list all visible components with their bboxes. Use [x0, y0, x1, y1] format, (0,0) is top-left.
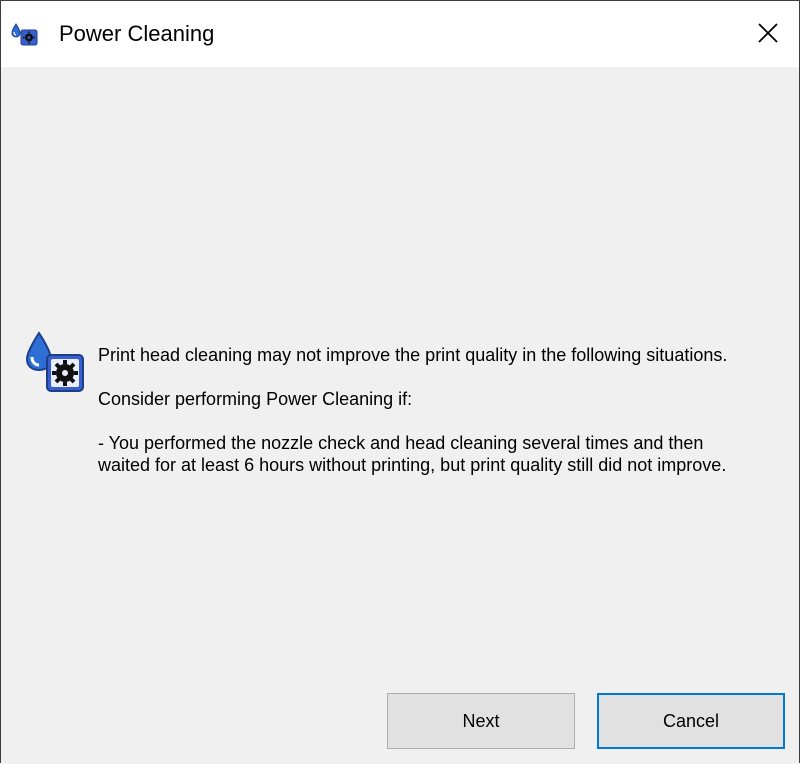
message-paragraph-consider: Consider performing Power Cleaning if:	[98, 389, 413, 409]
close-button[interactable]	[739, 1, 799, 67]
message-text: Print head cleaning may not improve the …	[98, 344, 748, 476]
printer-maintenance-icon	[23, 331, 87, 395]
window-title: Power Cleaning	[59, 21, 215, 46]
title-bar: Power Cleaning	[1, 1, 799, 67]
close-icon	[758, 23, 778, 43]
message-paragraph-condition: - You performed the nozzle check and hea…	[98, 433, 727, 475]
cancel-button[interactable]: Cancel	[597, 693, 785, 749]
printer-maintenance-icon	[11, 22, 41, 46]
power-cleaning-dialog: Power Cleaning Print head cleaning may n…	[0, 0, 800, 764]
dialog-body: Print head cleaning may not improve the …	[1, 67, 799, 764]
next-button[interactable]: Next	[387, 693, 575, 749]
message-paragraph-situations: Print head cleaning may not improve the …	[98, 345, 728, 365]
